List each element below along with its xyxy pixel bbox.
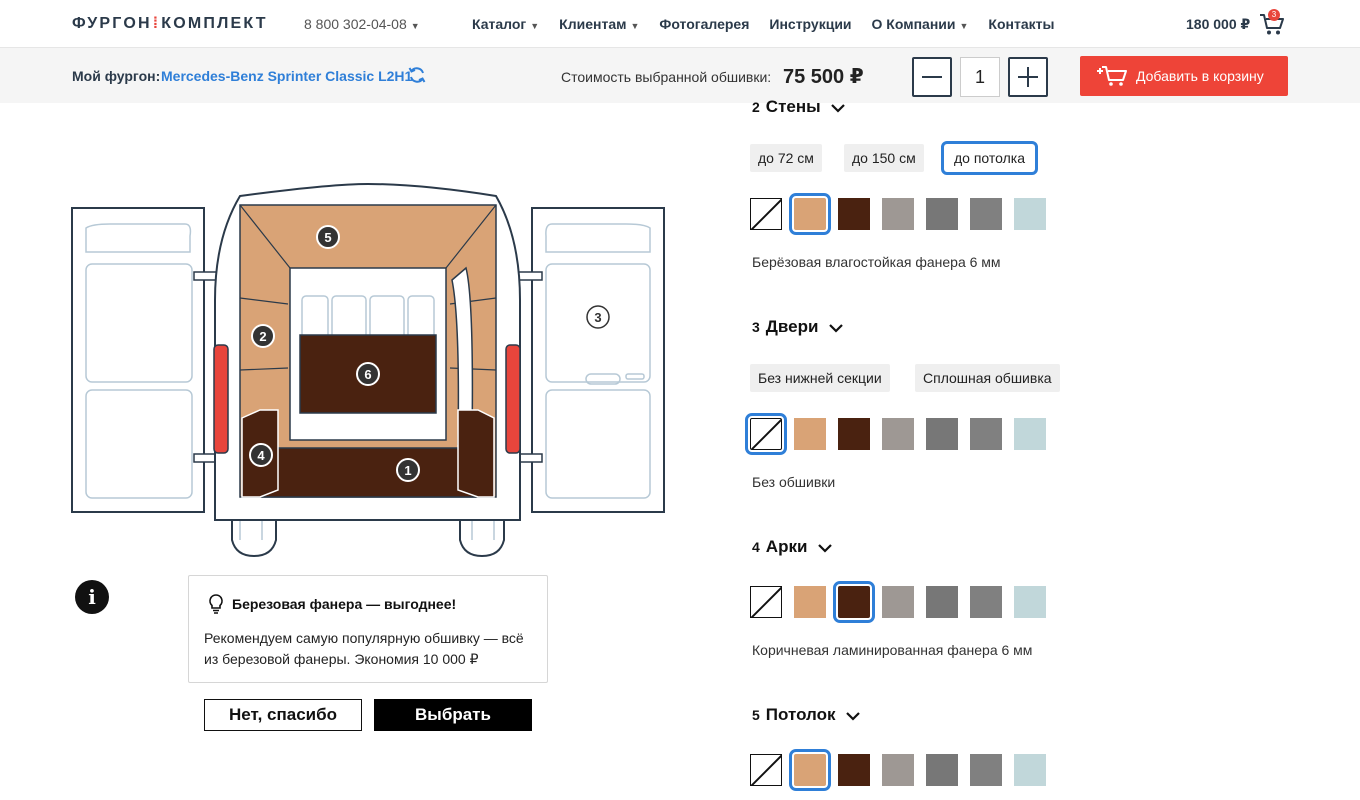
cart-count-badge: 3 [1268, 9, 1280, 21]
walls-option-72[interactable]: до 72 см [750, 144, 822, 172]
walls-option-150[interactable]: до 150 см [844, 144, 924, 172]
swatch-light-blue[interactable] [1014, 198, 1046, 230]
info-icon[interactable]: i [75, 580, 109, 614]
chevron-down-icon [831, 103, 846, 113]
swatch-brown[interactable] [833, 581, 875, 623]
svg-text:1: 1 [404, 463, 411, 478]
doors-material: Без обшивки [752, 474, 836, 490]
phone-dropdown[interactable]: 8 800 302-04-08 ▼ [304, 16, 420, 32]
accept-button[interactable]: Выбрать [374, 699, 532, 731]
recommendation-tip: Березовая фанера — выгоднее! Рекомендуем… [188, 575, 548, 683]
van-model-link[interactable]: Mercedes-Benz Sprinter Classic L2H1 [161, 68, 412, 84]
swatch-light-blue[interactable] [1014, 418, 1046, 450]
top-navigation: ФУРГОН⁞КОМПЛЕКТ 8 800 302-04-08 ▼ Каталог… [0, 0, 1360, 48]
nav-contacts[interactable]: Контакты [988, 16, 1054, 32]
add-to-cart-button[interactable]: Добавить в корзину [1080, 56, 1288, 96]
marker-6[interactable]: 6 [356, 362, 380, 386]
swatch-none[interactable] [750, 586, 782, 618]
swatch-gray-2[interactable] [970, 418, 1002, 450]
swatch-birch[interactable] [794, 586, 826, 618]
swatch-birch[interactable] [789, 193, 831, 235]
nav-gallery[interactable]: Фотогалерея [659, 16, 749, 32]
cart-add-icon [1097, 66, 1127, 86]
arches-material: Коричневая ламинированная фанера 6 мм [752, 642, 1033, 658]
cost-value: 75 500 ₽ [783, 66, 864, 88]
svg-text:6: 6 [364, 367, 371, 382]
swatch-gray-2[interactable] [970, 198, 1002, 230]
swatch-none[interactable] [745, 413, 787, 455]
swatch-brown[interactable] [838, 198, 870, 230]
nav-about[interactable]: О Компании ▼ [872, 16, 969, 32]
chevron-down-icon: ▼ [959, 21, 969, 31]
phone-number: 8 800 302-04-08 [304, 16, 407, 32]
chevron-down-icon [818, 543, 832, 553]
refresh-icon[interactable] [407, 65, 427, 85]
cost-label: Стоимость выбранной обшивки: [561, 69, 772, 85]
section-header-ceiling[interactable]: 5 Потолок [752, 705, 861, 725]
marker-2[interactable]: 2 [251, 324, 275, 348]
section-header-arches[interactable]: 4 Арки [752, 537, 832, 557]
nav-instructions[interactable]: Инструкции [769, 16, 851, 32]
decline-button[interactable]: Нет, спасибо [204, 699, 362, 731]
right-door[interactable] [503, 207, 665, 513]
marker-5[interactable]: 5 [316, 225, 340, 249]
swatch-light-blue[interactable] [1014, 586, 1046, 618]
swatch-gray[interactable] [926, 754, 958, 786]
chevron-down-icon [846, 711, 861, 721]
add-to-cart-label: Добавить в корзину [1136, 68, 1264, 84]
quantity-input[interactable]: 1 [960, 57, 1000, 97]
tip-text: Рекомендуем самую популярную обшивку — в… [204, 630, 524, 667]
marker-1[interactable]: 1 [396, 458, 420, 482]
swatch-none[interactable] [750, 198, 782, 230]
swatch-taupe[interactable] [882, 198, 914, 230]
swatch-light-blue[interactable] [1014, 754, 1046, 786]
logo[interactable]: ФУРГОН⁞КОМПЛЕКТ [72, 15, 268, 33]
nav-catalog[interactable]: Каталог ▼ [472, 16, 539, 32]
lightbulb-icon [209, 594, 223, 614]
chevron-down-icon: ▼ [410, 21, 420, 31]
swatch-brown[interactable] [838, 418, 870, 450]
swatch-taupe[interactable] [882, 754, 914, 786]
swatch-gray-2[interactable] [970, 754, 1002, 786]
main-menu: Каталог ▼ Клиентам ▼ Фотогалерея Инструкци… [472, 16, 1074, 32]
swatch-taupe[interactable] [882, 418, 914, 450]
chevron-down-icon [829, 323, 843, 333]
svg-text:3: 3 [594, 310, 601, 325]
swatch-birch[interactable] [789, 749, 831, 791]
swatch-gray-2[interactable] [970, 586, 1002, 618]
tip-title: Березовая фанера — выгоднее! [232, 596, 457, 612]
swatch-brown[interactable] [838, 754, 870, 786]
left-door[interactable] [71, 207, 233, 513]
doors-option-no-lower[interactable]: Без нижней секции [750, 364, 890, 392]
swatch-gray[interactable] [926, 586, 958, 618]
quantity-increase-button[interactable] [1008, 57, 1048, 97]
van-label: Мой фургон: [72, 68, 161, 84]
swatch-none[interactable] [750, 754, 782, 786]
chevron-down-icon: ▼ [630, 21, 640, 31]
swatch-gray[interactable] [926, 198, 958, 230]
svg-text:4: 4 [257, 448, 265, 463]
walls-material: Берёзовая влагостойкая фанера 6 мм [752, 254, 1001, 270]
marker-3[interactable]: 3 [586, 305, 610, 329]
cart-total[interactable]: 180 000 ₽ [1186, 16, 1250, 33]
quantity-decrease-button[interactable] [912, 57, 952, 97]
nav-clients[interactable]: Клиентам ▼ [559, 16, 639, 32]
svg-text:5: 5 [324, 230, 331, 245]
swatch-taupe[interactable] [882, 586, 914, 618]
van-diagram[interactable]: 1 2 3 4 5 6 [60, 170, 680, 570]
svg-text:2: 2 [259, 329, 266, 344]
marker-4[interactable]: 4 [249, 443, 273, 467]
swatch-gray[interactable] [926, 418, 958, 450]
chevron-down-icon: ▼ [530, 21, 540, 31]
doors-option-full[interactable]: Сплошная обшивка [915, 364, 1060, 392]
section-header-walls[interactable]: 2 Стены [752, 97, 846, 117]
configuration-bar: Мой фургон: Mercedes-Benz Sprinter Class… [0, 48, 1360, 103]
walls-option-ceiling[interactable]: до потолка [941, 141, 1039, 175]
section-header-doors[interactable]: 3 Двери [752, 317, 843, 337]
swatch-birch[interactable] [794, 418, 826, 450]
